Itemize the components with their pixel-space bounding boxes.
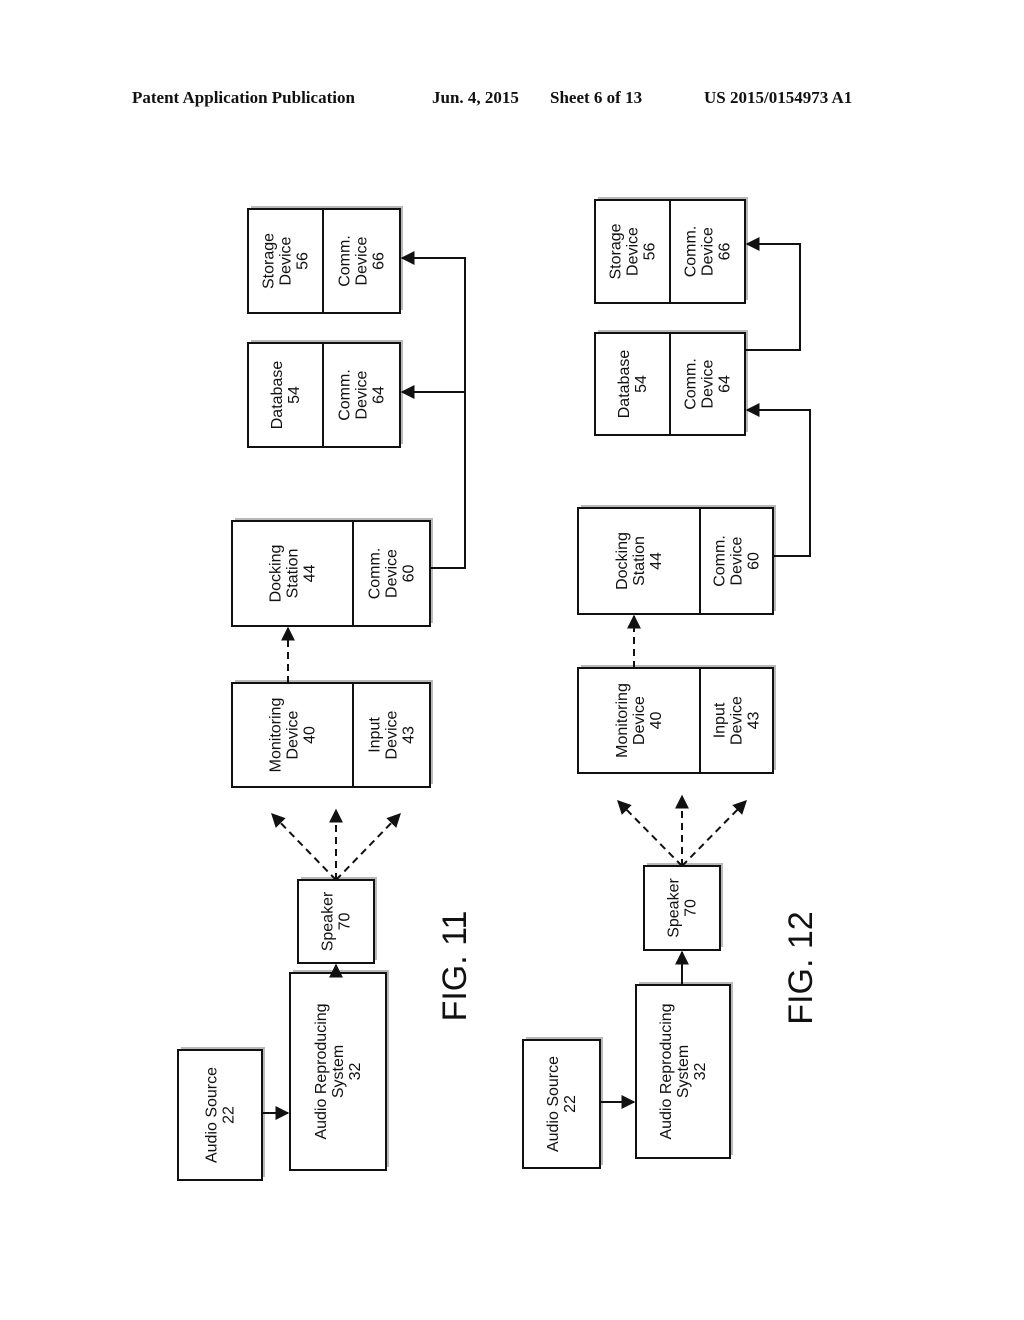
comm-device-66-label-line: Device — [700, 227, 717, 276]
docking-station-label-line: Station — [285, 549, 302, 599]
monitoring-device-label-line: Device — [285, 710, 302, 759]
speaker-label-line: Speaker — [320, 891, 337, 951]
docking-station-label-line: Docking — [268, 545, 285, 603]
speaker-label-line: 70 — [683, 899, 700, 917]
docking-station-label-line: 44 — [648, 552, 665, 570]
speaker-label-line: 70 — [337, 913, 354, 931]
docking-station-label-line: Station — [631, 536, 648, 586]
comm-device-66-label-line: Comm. — [683, 226, 700, 278]
database-label-line: Database — [269, 361, 286, 430]
audio-source-label-line: 22 — [221, 1106, 238, 1124]
audio-reproducing-system-label-line: System — [675, 1045, 692, 1098]
storage-device-label-line: Device — [625, 227, 642, 276]
audio-source-label-line: 22 — [562, 1095, 579, 1113]
input-device-label-line: 43 — [746, 712, 763, 730]
comm-device-66-label-line: Device — [354, 236, 371, 285]
sound-wave-arrow — [617, 800, 683, 867]
comm-device-60-label-line: Comm. — [712, 535, 729, 587]
storage-device-label-line: 56 — [295, 252, 312, 270]
sound-wave-arrow — [335, 812, 401, 881]
comm-device-66-label-line: 66 — [371, 252, 388, 270]
input-device-label-line: Input — [712, 702, 729, 738]
audio-source-label-line: Audio Source — [545, 1056, 562, 1152]
monitoring-device-label-line: 40 — [302, 726, 319, 744]
monitoring-device-label-line: Monitoring — [614, 683, 631, 758]
audio-reproducing-system-label-line: 32 — [692, 1063, 709, 1081]
comm-device-66-label-line: Comm. — [337, 235, 354, 287]
comm-device-66-label-line: 66 — [717, 243, 734, 261]
audio-reproducing-system-label-line: Audio Reproducing — [658, 1003, 675, 1139]
database-label-line: 54 — [286, 386, 303, 404]
figure-label: FIG. 11 — [436, 911, 474, 1022]
input-device-label-line: Device — [384, 710, 401, 759]
comm-device-60-label-line: Device — [729, 536, 746, 585]
comm-device-64-label-line: Comm. — [337, 369, 354, 421]
storage-device-label-line: Storage — [608, 223, 625, 279]
comm-device-64-label-line: Comm. — [683, 358, 700, 410]
monitoring-device-label-line: 40 — [648, 712, 665, 730]
figure-label: FIG. 12 — [782, 911, 820, 1024]
speaker-label-line: Speaker — [666, 878, 683, 938]
sound-wave-arrow — [681, 800, 747, 867]
comm-device-64-label-line: 64 — [371, 386, 388, 404]
audio-source-label-line: Audio Source — [204, 1067, 221, 1163]
figure-12: Audio Source 22 Audio Reproducing System 32 S… — [522, 197, 820, 1169]
storage-device-label-line: Storage — [261, 233, 278, 289]
input-device-label-line: Input — [367, 717, 384, 753]
comm-device-60-label-line: 60 — [401, 565, 418, 583]
sound-wave-arrow — [271, 812, 337, 881]
arrow-database-to-storage — [745, 237, 801, 351]
audio-reproducing-system-label-line: System — [330, 1045, 347, 1098]
comm-device-60-label-line: Comm. — [367, 548, 384, 600]
comm-device-64-label-line: Device — [354, 370, 371, 419]
comm-device-64-label-line: 64 — [717, 375, 734, 393]
audio-reproducing-system-label-line: 32 — [347, 1063, 364, 1081]
docking-station-label-line: 44 — [302, 565, 319, 583]
input-device-label-line: Device — [729, 696, 746, 745]
database-label-line: Database — [616, 350, 633, 419]
monitoring-device-label-line: Device — [631, 696, 648, 745]
input-device-label-line: 43 — [401, 726, 418, 744]
comm-device-60-label-line: Device — [384, 549, 401, 598]
comm-device-64-label-line: Device — [700, 359, 717, 408]
storage-device-label-line: 56 — [642, 243, 659, 261]
comm-device-60-label-line: 60 — [746, 552, 763, 570]
storage-device-label-line: Device — [278, 236, 295, 285]
audio-reproducing-system-label-line: Audio Reproducing — [313, 1003, 330, 1139]
block-diagrams: Audio Source 22 Audio Reproducing System 32S… — [177, 197, 820, 1181]
docking-station-label-line: Docking — [614, 532, 631, 590]
figure-11: Audio Source 22 Audio Reproducing System 32 S… — [177, 206, 474, 1181]
monitoring-device-label-line: Monitoring — [268, 698, 285, 773]
database-label-line: 54 — [633, 375, 650, 393]
